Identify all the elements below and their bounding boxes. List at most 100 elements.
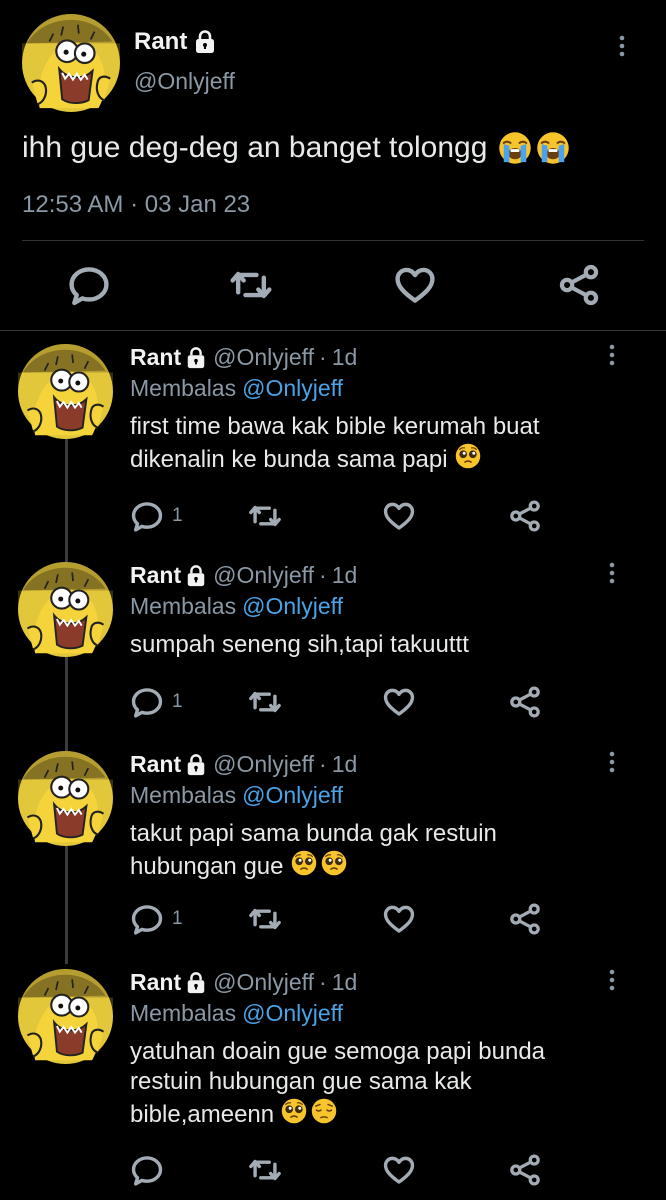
more-vertical-icon[interactable] [608, 751, 616, 773]
divider [22, 240, 644, 241]
divider [0, 330, 666, 331]
emoji-group [290, 849, 348, 877]
reply-text: sumpah seneng sih,tapi takuuttt [130, 631, 469, 658]
comment-icon [131, 688, 163, 718]
tweet-text: ihh gue deg-deg an banget tolongg [22, 131, 488, 164]
mention-link[interactable]: @Onlyjeff [242, 375, 343, 401]
pleading-face-icon [454, 442, 481, 470]
author-name[interactable]: Rant [130, 969, 181, 996]
more-vertical-icon[interactable] [608, 969, 616, 991]
author-name-row[interactable]: Rant [134, 28, 217, 56]
tweet-actions [0, 262, 666, 308]
heart-icon[interactable] [382, 682, 416, 722]
author-name[interactable]: Rant [134, 28, 187, 56]
retweet-icon[interactable] [228, 262, 274, 308]
separator-dot: · [319, 562, 327, 588]
replying-label: Membalas [130, 782, 237, 808]
share-icon[interactable] [508, 496, 542, 536]
reply-time[interactable]: 1d [332, 562, 358, 589]
heart-icon[interactable] [382, 899, 416, 939]
author-name[interactable]: Rant [130, 562, 181, 589]
reply-actions: 1 [0, 899, 666, 939]
lock-icon [185, 346, 207, 369]
reply-button[interactable]: 1 [130, 682, 183, 722]
author-handle[interactable]: @Onlyjeff [134, 68, 235, 95]
avatar[interactable] [18, 344, 113, 439]
mention-link[interactable]: @Onlyjeff [242, 593, 343, 619]
reply-text-block: sumpah seneng sih,tapi takuuttt [130, 630, 640, 660]
reply-time[interactable]: 1d [332, 969, 358, 996]
reply-button[interactable]: 1 [130, 899, 183, 939]
reply-text-block: takut papi sama bunda gak restuin hubung… [130, 819, 550, 882]
lock-icon [185, 564, 207, 587]
author-name[interactable]: Rant [130, 344, 181, 371]
share-icon[interactable] [508, 682, 542, 722]
reply-button[interactable] [130, 1150, 172, 1190]
heart-icon[interactable] [392, 262, 438, 308]
avatar[interactable] [18, 969, 113, 1064]
reply-tweet[interactable]: Rant @Onlyjeff · 1d Membalas @Onlyjeff ta… [0, 751, 666, 951]
loudly-crying-face-icon [536, 131, 571, 165]
separator-dot: · [319, 751, 327, 777]
reply-header: Rant @Onlyjeff · 1d [130, 751, 357, 778]
reply-time[interactable]: 1d [332, 751, 358, 778]
retweet-icon[interactable] [248, 899, 282, 939]
avatar[interactable] [18, 751, 113, 846]
emoji-group [454, 442, 482, 470]
mention-link[interactable]: @Onlyjeff [242, 782, 343, 808]
reply-header: Rant @Onlyjeff · 1d [130, 969, 357, 996]
more-vertical-icon[interactable] [608, 562, 616, 584]
reply-button[interactable]: 1 [130, 496, 183, 536]
lock-icon [185, 753, 207, 776]
pleading-face-icon [281, 1097, 308, 1125]
replying-to: Membalas @Onlyjeff [130, 375, 343, 402]
reply-actions [0, 1150, 666, 1190]
share-icon[interactable] [556, 262, 602, 308]
lock-icon [193, 30, 217, 54]
main-tweet: Rant @Onlyjeff ihh gue deg-deg an banget… [0, 0, 666, 330]
tweet-text-row: ihh gue deg-deg an banget tolongg [22, 130, 571, 166]
reply-time[interactable]: 1d [332, 344, 358, 371]
replying-label: Membalas [130, 1000, 237, 1026]
author-handle[interactable]: @Onlyjeff [213, 562, 314, 589]
separator-dot: · [319, 969, 327, 995]
avatar[interactable] [22, 14, 120, 112]
author-handle[interactable]: @Onlyjeff [213, 969, 314, 996]
replying-to: Membalas @Onlyjeff [130, 1000, 343, 1027]
retweet-icon[interactable] [248, 496, 282, 536]
heart-icon[interactable] [382, 1150, 416, 1190]
replying-to: Membalas @Onlyjeff [130, 593, 343, 620]
emoji-group [280, 1097, 338, 1125]
replying-label: Membalas [130, 593, 237, 619]
share-icon[interactable] [508, 1150, 542, 1190]
author-handle[interactable]: @Onlyjeff [213, 344, 314, 371]
reply-header: Rant @Onlyjeff · 1d [130, 562, 357, 589]
reply-header: Rant @Onlyjeff · 1d [130, 344, 357, 371]
author-name[interactable]: Rant [130, 751, 181, 778]
comment-icon[interactable] [66, 262, 112, 308]
loudly-crying-face-icon [498, 131, 533, 165]
mention-link[interactable]: @Onlyjeff [242, 1000, 343, 1026]
reply-actions: 1 [0, 496, 666, 536]
retweet-icon[interactable] [248, 1150, 282, 1190]
lock-icon [185, 971, 207, 994]
author-handle[interactable]: @Onlyjeff [213, 751, 314, 778]
share-icon[interactable] [508, 899, 542, 939]
heart-icon[interactable] [382, 496, 416, 536]
reply-count: 1 [172, 691, 183, 712]
replying-to: Membalas @Onlyjeff [130, 782, 343, 809]
reply-count: 1 [172, 505, 183, 526]
separator-dot: · [319, 344, 327, 370]
reply-tweet[interactable]: Rant @Onlyjeff · 1d Membalas @Onlyjeff su… [0, 562, 666, 742]
avatar[interactable] [18, 562, 113, 657]
tweet-timestamp[interactable]: 12:53 AM · 03 Jan 23 [22, 191, 250, 219]
reply-tweet[interactable]: Rant @Onlyjeff · 1d Membalas @Onlyjeff fi… [0, 344, 666, 544]
more-vertical-icon[interactable] [608, 344, 616, 366]
replying-label: Membalas [130, 375, 237, 401]
pleading-face-icon [290, 849, 317, 877]
comment-icon [131, 1156, 163, 1186]
more-vertical-icon[interactable] [618, 34, 626, 58]
reply-tweet[interactable]: Rant @Onlyjeff · 1d Membalas @Onlyjeff ya… [0, 969, 666, 1194]
reply-text-block: first time bawa kak bible kerumah buat d… [130, 412, 640, 475]
retweet-icon[interactable] [248, 682, 282, 722]
